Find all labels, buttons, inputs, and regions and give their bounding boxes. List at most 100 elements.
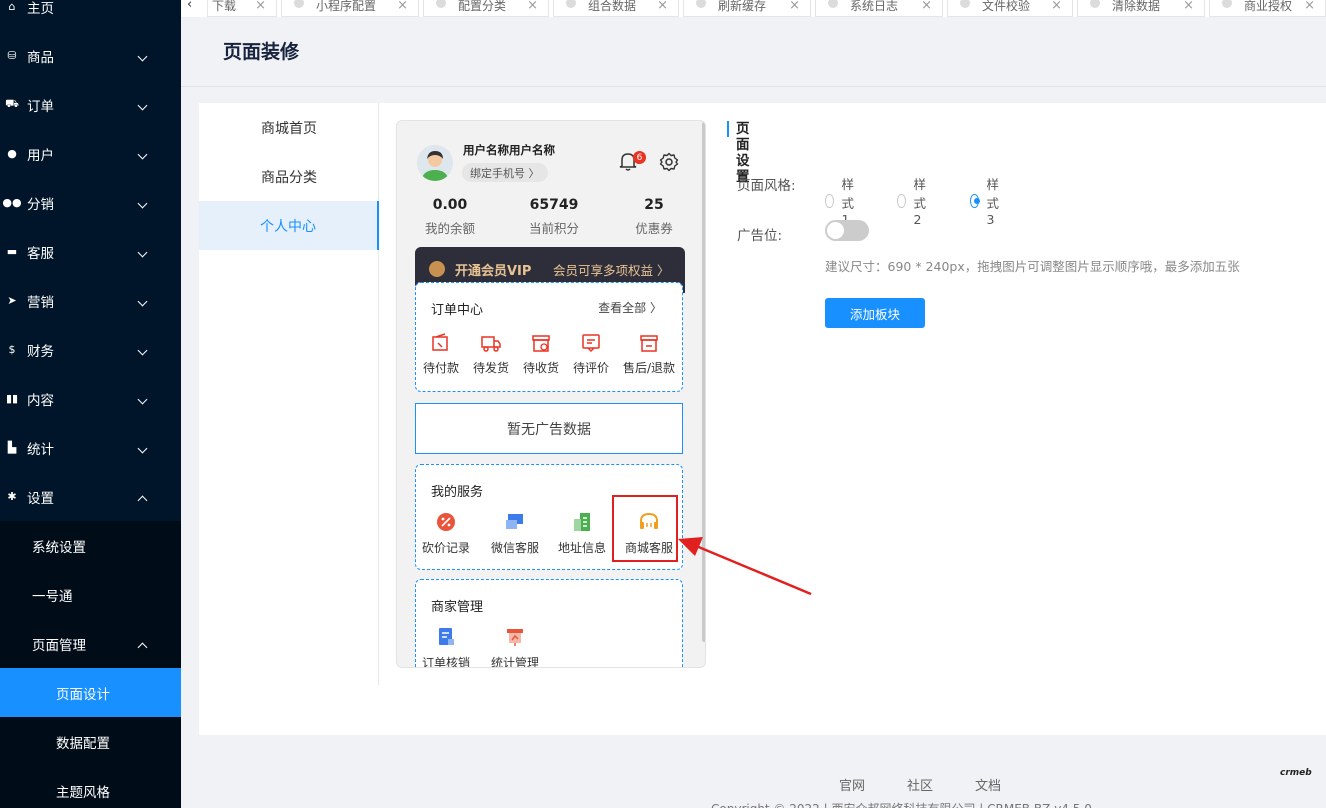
sidebar-item-label: 内容	[27, 392, 54, 409]
user-icon: ●	[7, 147, 17, 160]
tab-miniprogram-config[interactable]: 小程序配置 ×	[281, 0, 419, 17]
style-label: 页面风格:	[737, 178, 796, 194]
sidebar-sub-system-settings[interactable]: 系统设置	[0, 521, 181, 570]
sidebar-item-settings[interactable]: ✱ 设置	[0, 472, 181, 521]
sidebar-item-users[interactable]: ● 用户	[0, 129, 181, 178]
close-icon[interactable]: ×	[1051, 0, 1062, 12]
sidebar-sub-data-config[interactable]: 数据配置	[0, 717, 181, 766]
sidebar-sub-page-management[interactable]: 页面管理	[0, 619, 181, 668]
merchant-order-verify[interactable]: 订单核销	[421, 626, 471, 668]
order-after-sales[interactable]: 售后/退款	[616, 333, 682, 376]
radio-circle	[897, 193, 906, 208]
sidebar-item-label: 主页	[27, 0, 54, 17]
sidebar-item-orders[interactable]: ⛟ 订单	[0, 80, 181, 129]
close-icon[interactable]: ×	[1183, 0, 1194, 12]
wechat-service-icon	[506, 514, 523, 529]
sidebar-item-goods[interactable]: ⛁ 商品	[0, 31, 181, 80]
order-center-block[interactable]: 订单中心 查看全部 〉 待付款 待发货 待收货 待评价 售后/退款	[415, 282, 683, 392]
stat-coupons[interactable]: 25 优惠券	[609, 197, 699, 237]
order-pending-review[interactable]: 待评价	[566, 333, 616, 376]
sidebar: ⌂ 主页 ⛁ 商品 ⛟ 订单 ● 用户 ●● 分销 ▬ 客服 ➤ 营销 $ 财务…	[0, 0, 181, 808]
tab-download[interactable]: 下载 ×	[207, 0, 277, 17]
service-item-label: 地址信息	[557, 541, 606, 555]
settings-gear-icon[interactable]	[659, 152, 679, 176]
radio-label: 样式3	[986, 177, 1000, 227]
order-item-label: 售后/退款	[622, 361, 676, 375]
chevron-left-icon[interactable]: ‹	[187, 0, 205, 15]
tab-label: 文件校验	[982, 0, 1031, 13]
service-wechat-support[interactable]: 微信客服	[490, 511, 540, 556]
vip-desc: 会员可享多项权益 〉	[553, 263, 670, 278]
tab-file-check[interactable]: 文件校验 ×	[947, 0, 1073, 17]
sidebar-sub-theme-style[interactable]: 主题风格	[0, 766, 181, 808]
sidebar-sub-yihaotong[interactable]: 一号通	[0, 570, 181, 619]
sidebar-item-content[interactable]: ▮▮ 内容	[0, 374, 181, 423]
sidebar-sub-label: 页面管理	[32, 637, 86, 654]
order-pending-receive[interactable]: 待收货	[516, 333, 566, 376]
service-address-info[interactable]: 地址信息	[557, 511, 607, 556]
merchant-management-block[interactable]: 商家管理 订单核销 统计管理	[415, 579, 683, 668]
avatar[interactable]	[417, 145, 453, 181]
stat-balance[interactable]: 0.00 我的余额	[405, 197, 495, 237]
close-icon[interactable]: ×	[921, 0, 932, 12]
page-nav-category[interactable]: 商品分类	[199, 152, 379, 201]
settings-title: 页面设置	[727, 121, 750, 185]
sidebar-sub-page-design[interactable]: 页面设计	[0, 668, 181, 717]
tab-system-log[interactable]: 系统日志 ×	[815, 0, 943, 17]
close-icon[interactable]: ×	[255, 0, 266, 12]
phone-preview: 用户名称用户名称 绑定手机号 〉 6 0.00 我的余额 65749 当前积分 …	[396, 120, 706, 668]
close-icon[interactable]: ×	[397, 0, 408, 12]
add-block-button[interactable]: 添加板块	[825, 298, 925, 328]
basket-icon: ⛁	[7, 49, 17, 62]
sidebar-item-finance[interactable]: $ 财务	[0, 325, 181, 374]
tab-refresh-cache[interactable]: 刷新缓存 ×	[683, 0, 811, 17]
sidebar-item-statistics[interactable]: ▙ 统计	[0, 423, 181, 472]
page-nav-user-center[interactable]: 个人中心	[199, 201, 379, 250]
service-bargain-record[interactable]: 砍价记录	[421, 511, 471, 556]
order-pending-payment[interactable]: 待付款	[416, 333, 466, 376]
sidebar-item-home[interactable]: ⌂ 主页	[0, 0, 181, 31]
tab-license[interactable]: 商业授权 ×	[1209, 0, 1326, 17]
tab-dot	[960, 0, 970, 8]
tab-combo-data[interactable]: 组合数据 ×	[553, 0, 679, 17]
sidebar-item-marketing[interactable]: ➤ 营销	[0, 276, 181, 325]
sidebar-item-distribution[interactable]: ●● 分销	[0, 178, 181, 227]
ad-placeholder[interactable]: 暂无广告数据	[415, 403, 683, 454]
tab-config-category[interactable]: 配置分类 ×	[423, 0, 549, 17]
sidebar-item-label: 设置	[27, 490, 54, 507]
chevron-down-icon	[137, 51, 148, 62]
order-item-label: 待收货	[522, 361, 559, 375]
tab-clear-data[interactable]: 清除数据 ×	[1077, 0, 1205, 17]
style-radio-2[interactable]: 样式2	[897, 174, 932, 227]
ad-slot-switch[interactable]	[825, 220, 869, 241]
tab-label: 下载	[212, 0, 237, 13]
sidebar-sub-label: 一号通	[32, 588, 73, 605]
view-all-link[interactable]: 查看全部 〉	[598, 299, 662, 316]
page-nav-label: 商品分类	[261, 169, 317, 186]
close-icon[interactable]: ×	[657, 0, 668, 12]
footer-link-community[interactable]: 社区	[907, 775, 933, 794]
close-icon[interactable]: ×	[527, 0, 538, 12]
stat-points[interactable]: 65749 当前积分	[509, 197, 599, 237]
footer-link-docs[interactable]: 文档	[975, 775, 1001, 794]
chevron-down-icon	[137, 247, 148, 258]
radio-circle	[970, 193, 980, 208]
sidebar-item-service[interactable]: ▬ 客服	[0, 227, 181, 276]
page-header: 页面装修	[181, 17, 1326, 87]
style-radio-3[interactable]: 样式3	[970, 174, 1005, 227]
verify-icon	[439, 628, 454, 645]
merchant-statistics[interactable]: 统计管理	[490, 626, 540, 667]
close-icon[interactable]: ×	[1304, 0, 1315, 12]
tab-dot	[436, 0, 446, 8]
bargain-icon	[437, 513, 455, 531]
order-item-label: 待发货	[472, 361, 509, 375]
close-icon[interactable]: ×	[789, 0, 800, 12]
footer-link-official[interactable]: 官网	[839, 775, 865, 794]
order-pending-ship[interactable]: 待发货	[466, 333, 516, 376]
box-icon	[532, 335, 550, 352]
page-nav-home[interactable]: 商城首页	[199, 103, 379, 152]
bar-chart-icon: ▙	[7, 441, 17, 454]
merchant-item-label: 订单核销	[421, 656, 470, 668]
bind-phone-button[interactable]: 绑定手机号 〉	[462, 163, 548, 182]
dollar-icon: $	[8, 343, 16, 356]
